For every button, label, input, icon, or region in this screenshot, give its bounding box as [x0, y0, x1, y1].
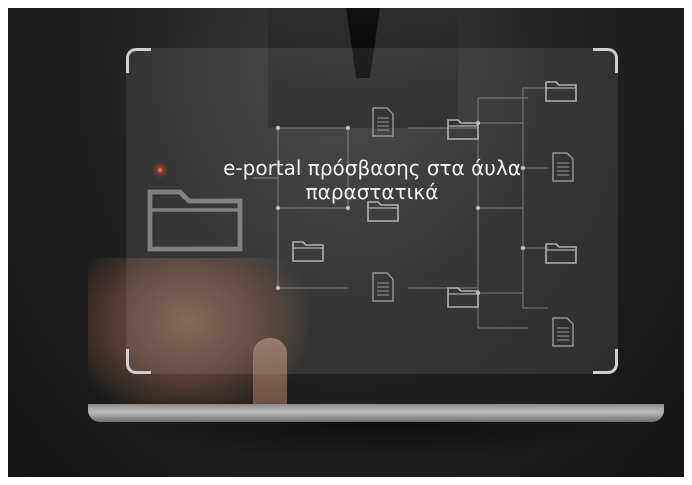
hero-banner: e-portal πρόσβασης στα άυλα παραστατικά [8, 8, 684, 477]
folder-icon [447, 287, 479, 308]
hero-title-line-1: e-portal πρόσβασης στα άυλα [223, 156, 521, 180]
document-icon [552, 317, 574, 347]
page-frame: e-portal πρόσβασης στα άυλα παραστατικά [0, 0, 692, 485]
file-network-diagram [8, 81, 577, 347]
folder-icon [545, 81, 577, 102]
folder-icon [292, 241, 324, 262]
network-lines [253, 87, 548, 329]
document-icon [372, 107, 394, 137]
folder-icon [447, 119, 479, 140]
folder-icon [545, 243, 577, 264]
document-icon [372, 272, 394, 302]
hero-title-line-2: παραστατικά [305, 180, 439, 204]
folder-icon [367, 201, 399, 222]
hero-title: e-portal πρόσβασης στα άυλα παραστατικά [126, 156, 618, 204]
